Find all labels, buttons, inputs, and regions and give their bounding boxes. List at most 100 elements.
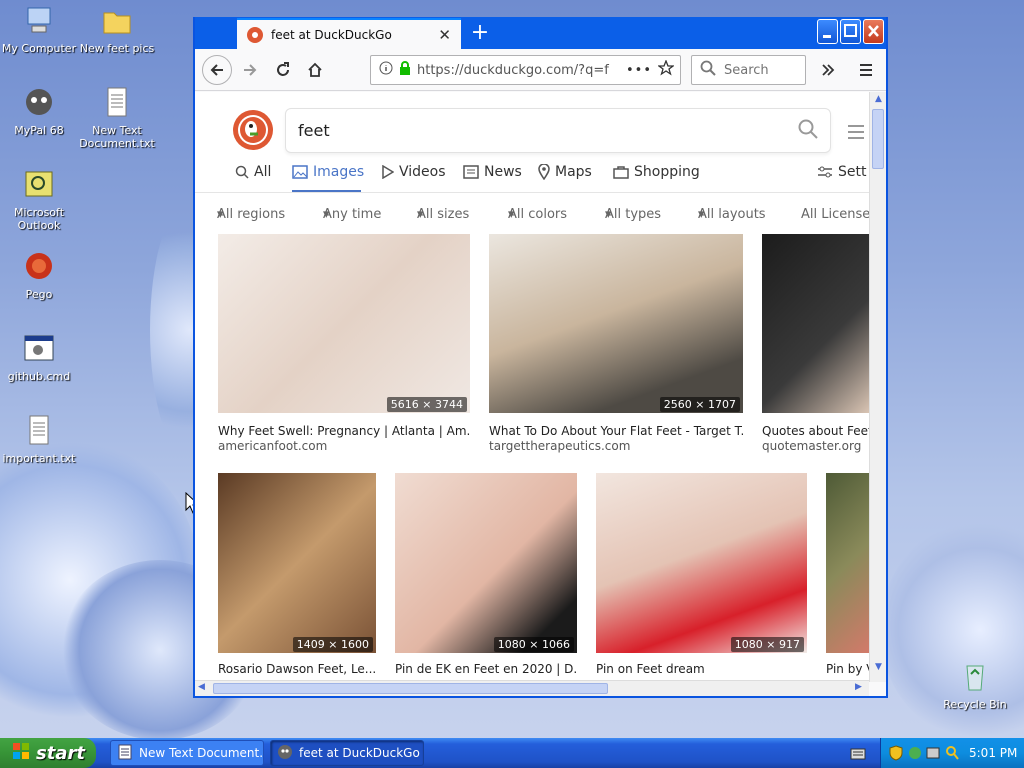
overflow-chevron-icon[interactable] — [813, 55, 843, 85]
close-tab-icon[interactable]: ✕ — [438, 26, 451, 44]
scroll-up-arrow-icon[interactable]: ▲ — [872, 94, 885, 107]
image-dimensions: 1080 × 1066 — [493, 637, 574, 652]
duckduckgo-logo-icon[interactable] — [233, 110, 273, 150]
search-tray-icon[interactable] — [945, 745, 959, 764]
tab-duckduckgo[interactable]: feet at DuckDuckGo ✕ — [237, 18, 461, 49]
tab-title: feet at DuckDuckGo — [271, 27, 392, 42]
hamburger-menu-icon[interactable] — [851, 55, 881, 85]
browser-shortcut-icon — [22, 86, 56, 120]
vertical-scrollbar[interactable]: ▲ ▼ — [869, 92, 886, 682]
windows-logo-icon — [12, 742, 30, 765]
result-title: What To Do About Your Flat Feet - Target… — [489, 424, 743, 438]
folder-icon — [100, 4, 134, 38]
scroll-left-arrow-icon[interactable]: ◀ — [198, 682, 205, 692]
search-query-input[interactable]: feet — [285, 108, 831, 153]
search-icon — [235, 165, 249, 179]
image-dimensions: 1080 × 917 — [730, 637, 804, 652]
tab-videos[interactable]: Videos — [380, 164, 446, 180]
search-query-text: feet — [298, 121, 330, 140]
scroll-right-arrow-icon[interactable]: ▶ — [855, 682, 862, 692]
computer-icon — [22, 4, 56, 38]
scroll-thumb[interactable] — [872, 109, 884, 169]
taskbar-item-browser[interactable]: feet at DuckDuckGo -... — [270, 740, 424, 766]
image-result[interactable]: 5616 × 3744 Why Feet Swell: Pregnancy | … — [218, 234, 470, 464]
home-button[interactable] — [300, 55, 330, 85]
result-thumbnail — [218, 234, 470, 413]
result-thumbnail — [596, 473, 807, 653]
close-window-button[interactable] — [863, 19, 884, 44]
security-shield-icon[interactable] — [889, 745, 903, 764]
app-shortcut-icon — [22, 250, 56, 284]
forward-button[interactable] — [235, 55, 265, 85]
cmd-file-icon — [22, 332, 56, 366]
filter-sizes[interactable]: All sizes ▾ — [417, 207, 469, 222]
page-content: feet All Images Videos News Maps Shoppin… — [195, 92, 869, 682]
maximize-button[interactable] — [840, 19, 861, 44]
result-thumbnail — [395, 473, 577, 653]
lock-icon — [399, 61, 411, 79]
image-result[interactable]: Quotes about Feet quotemaster.org — [762, 234, 869, 464]
desktop-icon-outlook[interactable]: Microsoft Outlook — [0, 168, 79, 232]
url-text: https://duckduckgo.com/?q=f — [417, 62, 609, 78]
page-actions-icon[interactable]: ••• — [626, 63, 652, 78]
page-menu-icon[interactable] — [848, 124, 864, 143]
search-bar[interactable]: Search — [691, 55, 806, 85]
scroll-down-arrow-icon[interactable]: ▼ — [872, 662, 885, 675]
image-result[interactable]: 2560 × 1707 What To Do About Your Flat F… — [489, 234, 743, 464]
play-icon — [382, 165, 394, 179]
back-button[interactable] — [202, 55, 232, 85]
tab-images[interactable]: Images — [292, 164, 364, 180]
new-tab-button[interactable]: + — [465, 19, 495, 47]
taskbar-item-notepad[interactable]: New Text Document.... — [110, 740, 264, 766]
search-icon[interactable] — [798, 119, 818, 143]
tab-maps[interactable]: Maps — [538, 164, 592, 180]
image-dimensions: 2560 × 1707 — [659, 397, 740, 412]
desktop-icon-github-cmd[interactable]: github.cmd — [0, 332, 79, 383]
result-title: Why Feet Swell: Pregnancy | Atlanta | Am… — [218, 424, 470, 438]
nav-divider — [195, 192, 869, 193]
desktop-icon-mypal[interactable]: MyPal 68 — [0, 86, 79, 137]
shopping-bag-icon — [613, 166, 629, 179]
desktop-icon-important-txt[interactable]: important.txt — [0, 414, 79, 465]
filter-regions[interactable]: All regions ▾ — [217, 207, 285, 222]
result-thumbnail — [762, 234, 869, 413]
desktop-icon-recycle-bin[interactable]: Recycle Bin — [935, 660, 1015, 711]
tab-news[interactable]: News — [463, 164, 522, 180]
desktop-icon-new-feet-pics[interactable]: New feet pics — [77, 4, 157, 55]
filter-time[interactable]: Any time ▾ — [323, 207, 381, 222]
tab-settings[interactable]: Sett — [817, 164, 866, 180]
navigation-toolbar: https://duckduckgo.com/?q=f ••• Search — [195, 49, 886, 91]
start-button[interactable]: start — [0, 738, 96, 768]
horizontal-scrollbar[interactable]: ◀ ▶ — [195, 680, 869, 696]
recycle-bin-icon — [958, 660, 992, 694]
text-file-icon — [100, 86, 134, 120]
desktop-icon-pego[interactable]: Pego — [0, 250, 79, 301]
clock[interactable]: 5:01 PM — [969, 746, 1017, 760]
image-result[interactable]: Pin by V — [826, 473, 869, 682]
result-thumbnail — [218, 473, 376, 653]
keyboard-layout-icon[interactable] — [850, 746, 866, 765]
result-thumbnail — [489, 234, 743, 413]
tab-shopping[interactable]: Shopping — [613, 164, 700, 180]
map-pin-icon — [538, 164, 550, 180]
filter-colors[interactable]: All colors ▾ — [508, 207, 567, 222]
info-icon[interactable] — [379, 61, 393, 79]
news-icon — [463, 165, 479, 179]
tab-all[interactable]: All — [235, 164, 271, 180]
bookmark-star-icon[interactable] — [657, 59, 675, 80]
network-icon[interactable] — [908, 745, 922, 764]
url-bar[interactable]: https://duckduckgo.com/?q=f ••• — [370, 55, 681, 85]
minimize-button[interactable] — [817, 19, 838, 44]
reload-button[interactable] — [268, 55, 298, 85]
filter-types[interactable]: All types ▾ — [605, 207, 661, 222]
volume-icon[interactable] — [926, 745, 940, 764]
scroll-thumb[interactable] — [213, 683, 608, 694]
filter-layouts[interactable]: All layouts ▾ — [698, 207, 766, 222]
desktop-icon-my-computer[interactable]: My Computer — [0, 4, 79, 55]
result-source: quotemaster.org — [762, 439, 862, 453]
search-placeholder: Search — [724, 62, 769, 78]
desktop-icon-new-text-document[interactable]: New Text Document.txt — [77, 86, 157, 150]
image-result[interactable]: 1080 × 917 Pin on Feet dream — [596, 473, 807, 682]
image-result[interactable]: 1409 × 1600 Rosario Dawson Feet, Le... — [218, 473, 376, 682]
image-result[interactable]: 1080 × 1066 Pin de EK en Feet en 2020 | … — [395, 473, 577, 682]
